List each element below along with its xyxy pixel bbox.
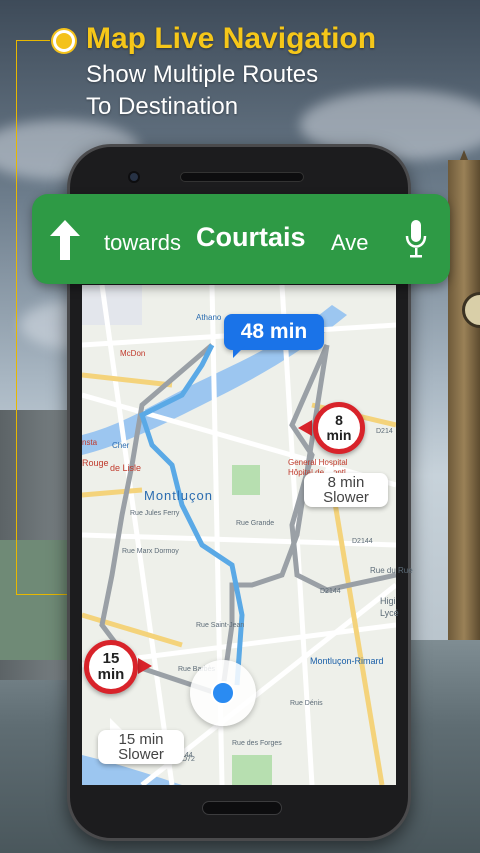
delay-value: 8 — [335, 412, 343, 428]
map-place-label: Higi — [380, 596, 396, 606]
alert-pointer — [138, 658, 152, 674]
map-place-label: Rue Jules Ferry — [130, 510, 180, 517]
direction-towards-label: towards — [104, 230, 182, 255]
map-place-label: Lycé — [380, 608, 399, 618]
delay-value: 15 — [102, 650, 120, 667]
arrow-up-icon — [50, 220, 80, 260]
map-place-label: de Lisle — [110, 463, 142, 473]
front-camera — [128, 171, 140, 183]
promo-title: Map Live Navigation — [86, 22, 377, 55]
promo-subtitle-line-2: To Destination — [86, 93, 239, 120]
map-place-label: McDon — [120, 349, 146, 358]
caption-time: 8 min — [327, 474, 365, 491]
promo-subtitle-line-1: Show Multiple Routes — [86, 61, 319, 88]
current-location-button[interactable] — [190, 660, 256, 726]
guide-line — [16, 40, 50, 41]
navigation-banner: towards Courtais Ave — [32, 194, 450, 284]
earpiece-speaker — [180, 172, 304, 182]
map-place-label: Rue Grande — [236, 520, 275, 527]
alt-route-caption: 15 min Slower — [98, 730, 184, 764]
delay-unit: min — [97, 666, 125, 683]
delay-sign-8[interactable]: 8 min — [313, 402, 365, 454]
caption-slower: Slower — [323, 489, 369, 506]
guide-line — [16, 40, 17, 595]
home-button[interactable] — [202, 801, 282, 815]
map-place-label: D2144 — [352, 538, 373, 545]
map-place-label: Cher — [112, 441, 130, 450]
map-place-label: Athano — [196, 313, 222, 322]
map-place-label: Rue du Rue — [370, 566, 413, 575]
caption-time: 15 min — [118, 731, 164, 748]
map-place-label: Rue des Forges — [232, 740, 282, 747]
caption-slower: Slower — [118, 746, 164, 763]
microphone-icon[interactable] — [404, 220, 428, 260]
delay-unit: min — [326, 427, 352, 443]
map-place-label: Rue Saint-Jean — [196, 622, 245, 629]
map-place-label: Montluçon — [144, 488, 213, 503]
alt-route-caption: 8 min Slower — [304, 473, 388, 507]
bridge — [0, 540, 70, 660]
map-place-label: Rouge — [82, 458, 109, 468]
bullet-dot-icon — [53, 30, 75, 52]
street-suffix: Ave — [331, 230, 369, 255]
clock-tower — [448, 160, 480, 640]
delay-sign-15[interactable]: 15 min — [84, 640, 138, 694]
map-place-label: Montluçon-Rimard — [310, 656, 384, 666]
alert-pointer — [298, 420, 312, 436]
map-place-label: General Hospital — [288, 458, 348, 467]
route-eta-badge[interactable]: 48 min — [224, 314, 324, 350]
map-place-label: D2144 — [320, 588, 341, 595]
map-place-label: Rue Marx Dormoy — [122, 548, 179, 555]
map-place-label: D214 — [376, 428, 393, 435]
map-place-label: Rue Dénis — [290, 700, 323, 707]
current-location-icon — [211, 681, 235, 705]
street-name: Courtais — [196, 222, 306, 252]
map-place-label: nsta — [82, 438, 98, 447]
